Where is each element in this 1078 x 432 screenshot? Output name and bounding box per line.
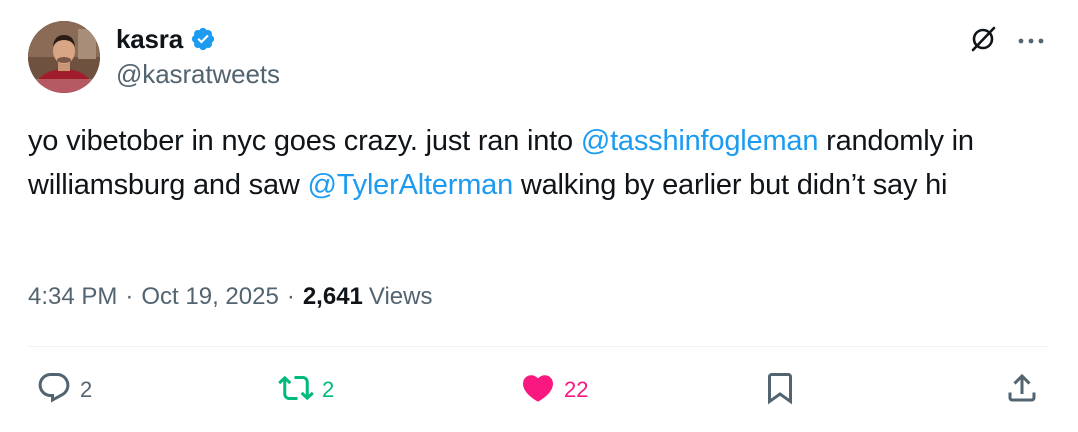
share-icon: [1004, 370, 1040, 411]
mention-link[interactable]: @TylerAlterman: [307, 169, 513, 201]
more-icon: [1017, 32, 1045, 50]
grok-icon: [968, 24, 998, 59]
tweet-time[interactable]: 4:34 PM: [28, 283, 117, 311]
tweet-meta: 4:34 PM · Oct 19, 2025 · 2,641 Views: [28, 280, 432, 314]
grok-button[interactable]: [966, 24, 1000, 58]
tweet-card: kasra @kasratweets yo vibetober in nyc g…: [0, 0, 1078, 432]
meta-separator: ·: [125, 283, 134, 310]
reply-count: 2: [80, 377, 93, 402]
tweet-date[interactable]: Oct 19, 2025: [141, 283, 278, 311]
reply-button[interactable]: 2: [36, 366, 92, 414]
views-count: 2,641: [302, 283, 363, 310]
like-count: 22: [564, 377, 589, 402]
retweet-count: 2: [322, 377, 335, 402]
retweet-button[interactable]: 2: [278, 366, 334, 414]
retweet-icon: [278, 370, 314, 411]
bookmark-icon: [762, 370, 798, 411]
tweet-text: yo vibetober in nyc goes crazy. just ran…: [28, 119, 1058, 207]
bookmark-button[interactable]: [762, 366, 798, 414]
author-name-row: kasra: [116, 22, 216, 56]
divider: [28, 346, 1048, 347]
action-bar: 2 2 22: [0, 366, 1078, 414]
meta-separator: ·: [286, 283, 295, 310]
more-options-button[interactable]: [1014, 24, 1048, 58]
views-label: Views: [368, 283, 433, 310]
heart-icon: [520, 370, 556, 411]
verified-badge-icon[interactable]: [190, 26, 216, 52]
author-display-name[interactable]: kasra: [116, 24, 183, 55]
author-handle[interactable]: @kasratweets: [116, 59, 280, 90]
tweet-text-segment: yo vibetober in nyc goes crazy. just ran…: [28, 125, 581, 157]
avatar[interactable]: [28, 21, 100, 93]
share-button[interactable]: [1004, 366, 1040, 414]
like-button[interactable]: 22: [520, 366, 588, 414]
mention-link[interactable]: @tasshinfogleman: [581, 125, 819, 157]
reply-icon: [36, 370, 72, 411]
tweet-text-segment: walking by earlier but didn’t say hi: [513, 169, 948, 201]
